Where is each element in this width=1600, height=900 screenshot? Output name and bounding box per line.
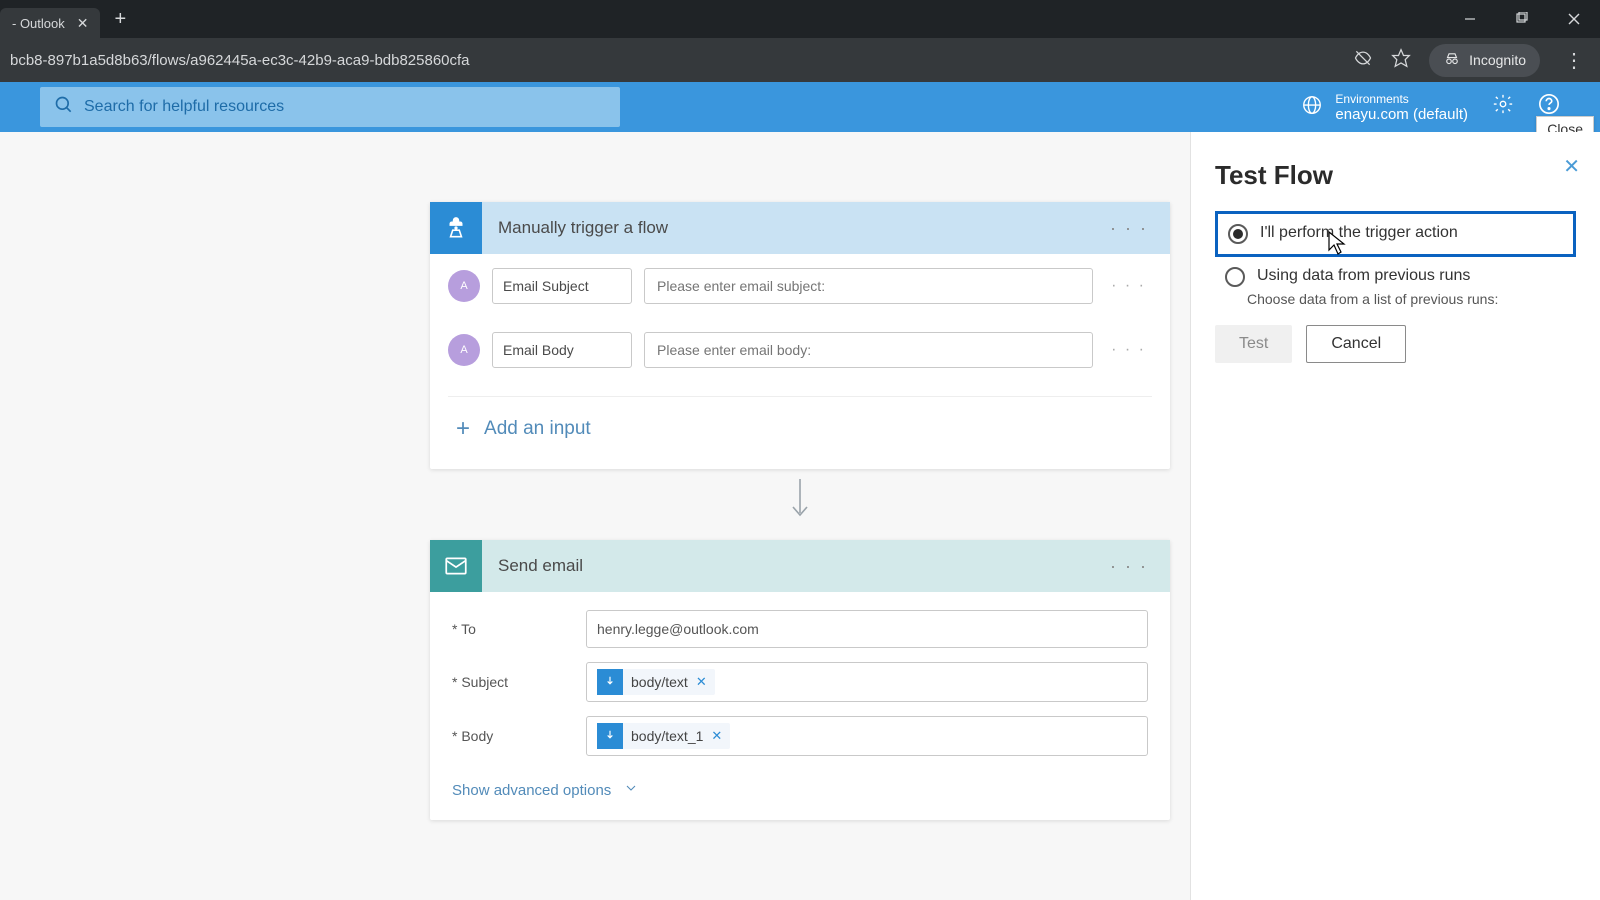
trigger-title: Manually trigger a flow	[498, 218, 1072, 238]
test-flow-panel: Test Flow ✕ I'll perform the trigger act…	[1190, 132, 1600, 900]
environment-selector[interactable]: Environments enayu.com (default)	[1301, 92, 1468, 123]
send-card-header[interactable]: Send email · · ·	[430, 540, 1170, 592]
send-title: Send email	[498, 556, 1072, 576]
token-label: body/text_1	[631, 728, 703, 744]
token-icon	[597, 723, 623, 749]
trigger-card: Manually trigger a flow · · · A Email Su…	[430, 202, 1170, 469]
subject-field[interactable]: body/text ✕	[586, 662, 1148, 702]
environments-label: Environments	[1335, 92, 1468, 106]
token-remove-icon[interactable]: ✕	[711, 728, 722, 744]
window-controls	[1444, 0, 1600, 38]
environment-value: enayu.com (default)	[1335, 106, 1468, 123]
close-window-icon[interactable]	[1548, 0, 1600, 38]
row-menu-icon[interactable]: · · ·	[1105, 341, 1152, 359]
radio-manual-trigger[interactable]: I'll perform the trigger action	[1215, 211, 1576, 257]
trigger-input-row: A Email Body · · ·	[448, 332, 1152, 368]
param-value-input[interactable]	[644, 332, 1093, 368]
browser-tab[interactable]: - Outlook ✕	[0, 8, 100, 38]
incognito-label: Incognito	[1469, 52, 1526, 68]
url-text[interactable]: bcb8-897b1a5d8b63/flows/a962445a-ec3c-42…	[10, 52, 1353, 69]
to-value: henry.legge@outlook.com	[597, 621, 759, 637]
test-button[interactable]: Test	[1215, 325, 1292, 363]
mail-icon	[430, 540, 482, 592]
card-menu-icon[interactable]: · · ·	[1088, 556, 1170, 577]
connector-arrow-icon	[788, 477, 812, 526]
to-field[interactable]: henry.legge@outlook.com	[586, 610, 1148, 648]
trigger-icon	[430, 202, 482, 254]
text-type-icon: A	[448, 270, 480, 302]
radio-icon	[1225, 267, 1245, 287]
send-email-card: Send email · · · * To henry.legge@outloo…	[430, 540, 1170, 820]
tab-title: - Outlook	[12, 16, 65, 31]
plus-icon: +	[456, 415, 470, 443]
subject-label: * Subject	[452, 674, 572, 690]
panel-title: Test Flow	[1215, 160, 1576, 191]
body-field[interactable]: body/text_1 ✕	[586, 716, 1148, 756]
new-tab-button-icon[interactable]: +	[114, 8, 126, 31]
globe-icon	[1301, 94, 1323, 121]
radio-label: Using data from previous runs	[1257, 267, 1470, 285]
radio-label: I'll perform the trigger action	[1260, 224, 1458, 242]
token-label: body/text	[631, 674, 688, 690]
subject-row: * Subject body/text ✕	[452, 662, 1148, 702]
body-row: * Body body/text_1 ✕	[452, 716, 1148, 756]
cancel-button[interactable]: Cancel	[1306, 325, 1406, 363]
param-value-input[interactable]	[644, 268, 1093, 304]
to-label: * To	[452, 621, 572, 637]
token-remove-icon[interactable]: ✕	[696, 674, 707, 690]
search-input[interactable]	[84, 98, 606, 116]
advanced-label: Show advanced options	[452, 782, 611, 799]
address-bar: bcb8-897b1a5d8b63/flows/a962445a-ec3c-42…	[0, 38, 1600, 82]
param-name[interactable]: Email Body	[492, 332, 632, 368]
trigger-input-row: A Email Subject · · ·	[448, 268, 1152, 304]
card-menu-icon[interactable]: · · ·	[1088, 218, 1170, 239]
settings-icon[interactable]	[1492, 93, 1514, 121]
dynamic-token[interactable]: body/text_1 ✕	[597, 723, 730, 749]
eye-off-icon[interactable]	[1353, 48, 1373, 73]
chevron-down-icon	[623, 780, 639, 800]
app-header: Environments enayu.com (default) Close	[0, 82, 1600, 132]
minimize-icon[interactable]	[1444, 0, 1496, 38]
maximize-icon[interactable]	[1496, 0, 1548, 38]
search-icon	[54, 95, 74, 120]
browser-tab-strip: - Outlook ✕ +	[0, 0, 1600, 38]
tab-close-icon[interactable]: ✕	[77, 15, 89, 32]
incognito-icon	[1443, 50, 1461, 71]
add-input-button[interactable]: + Add an input	[448, 397, 1152, 469]
show-advanced-button[interactable]: Show advanced options	[452, 770, 1148, 820]
text-type-icon: A	[448, 334, 480, 366]
param-name[interactable]: Email Subject	[492, 268, 632, 304]
trigger-card-header[interactable]: Manually trigger a flow · · ·	[430, 202, 1170, 254]
to-row: * To henry.legge@outlook.com	[452, 610, 1148, 648]
star-icon[interactable]	[1391, 48, 1411, 73]
panel-close-icon[interactable]: ✕	[1563, 154, 1580, 179]
radio-icon	[1228, 224, 1248, 244]
dynamic-token[interactable]: body/text ✕	[597, 669, 715, 695]
add-input-label: Add an input	[484, 418, 591, 440]
row-menu-icon[interactable]: · · ·	[1105, 277, 1152, 295]
radio-subtext: Choose data from a list of previous runs…	[1247, 291, 1576, 307]
incognito-badge[interactable]: Incognito	[1429, 44, 1540, 77]
search-box[interactable]	[40, 87, 620, 127]
token-icon	[597, 669, 623, 695]
browser-menu-icon[interactable]: ⋮	[1558, 48, 1590, 73]
body-label: * Body	[452, 728, 572, 744]
